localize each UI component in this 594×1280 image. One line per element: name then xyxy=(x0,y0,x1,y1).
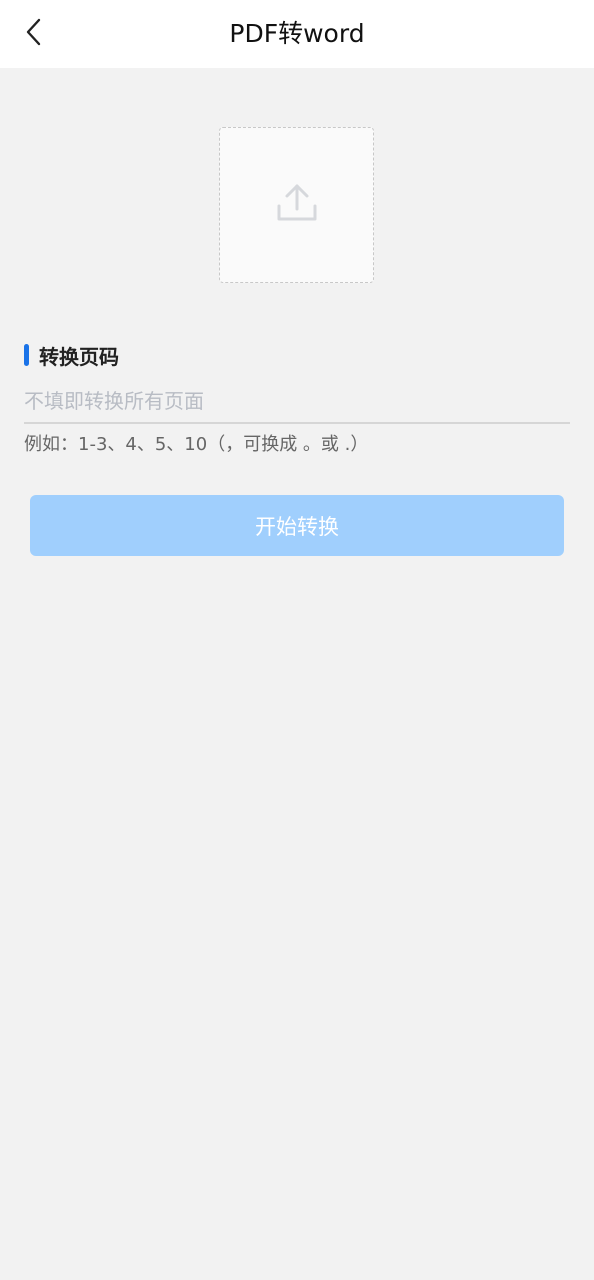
page-range-hint: 例如：1-3、4、5、10（，可换成 。或 .） xyxy=(24,434,369,455)
start-convert-button[interactable]: 开始转换 xyxy=(30,495,564,556)
upload-icon xyxy=(276,182,318,228)
page-title: PDF转word xyxy=(229,19,365,48)
page-range-label: 转换页码 xyxy=(24,343,119,369)
top-bar: PDF转word xyxy=(0,0,594,68)
upload-file-area[interactable] xyxy=(219,127,374,283)
page-range-input[interactable] xyxy=(24,380,570,424)
label-accent-bar xyxy=(24,344,29,366)
page-range-label-text: 转换页码 xyxy=(39,344,119,369)
